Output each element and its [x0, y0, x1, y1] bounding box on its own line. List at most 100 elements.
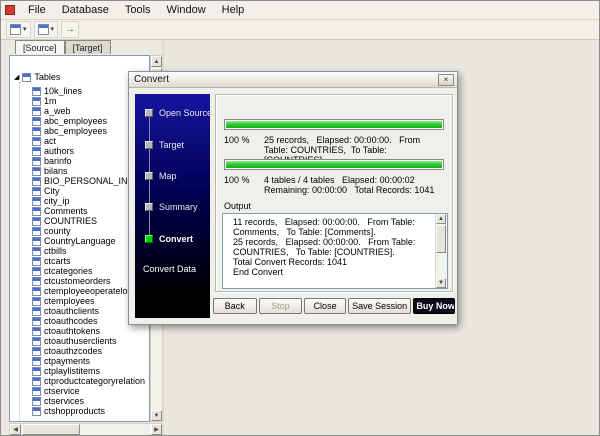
- tree-item-label: CountryLanguage: [44, 236, 116, 246]
- table-icon: [32, 376, 41, 386]
- scroll-up-arrow[interactable]: ▲: [436, 214, 446, 224]
- dialog-button-row: Back Stop Close Save Session Buy Now: [213, 298, 455, 314]
- tree-item[interactable]: ctplaylistitems: [32, 366, 148, 376]
- back-button[interactable]: Back: [213, 298, 257, 314]
- tree-horizontal-scrollbar[interactable]: ◀ ▶: [9, 423, 163, 435]
- convert-output-log[interactable]: 11 records, Elapsed: 00:00:00. From Tabl…: [222, 213, 448, 289]
- tree-item[interactable]: ctservice: [32, 386, 148, 396]
- table-icon: [32, 256, 41, 266]
- step-map: Map: [145, 171, 177, 181]
- tree-item-label: COUNTRIES: [44, 216, 98, 226]
- tree-item-label: ctshopproducts: [44, 406, 106, 416]
- output-line: 11 records, Elapsed: 00:00:00. From Tabl…: [233, 217, 418, 237]
- table-icon: [32, 236, 41, 246]
- table-icon: [32, 406, 41, 416]
- table-icon: [32, 306, 41, 316]
- tree-item-label: city_ip: [44, 196, 70, 206]
- tree-item-label: ctbills: [44, 246, 67, 256]
- table-icon: [32, 296, 41, 306]
- tree-item-label: ctcustomeorders: [44, 276, 111, 286]
- output-line: 25 records, Elapsed: 00:00:00. From Tabl…: [233, 237, 418, 257]
- table-icon: [32, 186, 41, 196]
- progress-fill: [226, 121, 442, 128]
- close-button[interactable]: Close: [304, 298, 346, 314]
- tree-item[interactable]: ctoauthzcodes: [32, 346, 148, 356]
- table-icon: [32, 126, 41, 136]
- tab-source[interactable]: [Source]: [15, 40, 65, 54]
- save-session-button[interactable]: Save Session: [347, 298, 412, 314]
- scroll-right-arrow[interactable]: ▶: [151, 424, 162, 435]
- table-icon: [32, 136, 41, 146]
- tree-item-label: ctpayments: [44, 356, 91, 366]
- step-bullet: [145, 141, 153, 149]
- tree-item[interactable]: ctoauthtokens: [32, 326, 148, 336]
- menu-item[interactable]: Window: [159, 2, 214, 18]
- tree-item[interactable]: ctpayments: [32, 356, 148, 366]
- menu-item[interactable]: File: [20, 2, 54, 18]
- tab-target[interactable]: [Target]: [64, 40, 111, 54]
- scroll-down-arrow[interactable]: ▼: [151, 410, 162, 421]
- total-progress-info: 4 tables / 4 tables Elapsed: 00:00:02 Re…: [264, 175, 435, 195]
- tree-expander-icon[interactable]: ◢: [14, 74, 19, 81]
- close-icon[interactable]: ×: [438, 74, 454, 86]
- table-icon: [32, 346, 41, 356]
- total-progress-percent: 100 %: [224, 175, 250, 185]
- step-bullet: [145, 172, 153, 180]
- tree-item[interactable]: ctservices: [32, 396, 148, 406]
- scroll-left-arrow[interactable]: ◀: [10, 424, 21, 435]
- scroll-up-arrow[interactable]: ▲: [151, 56, 162, 67]
- dialog-title-bar[interactable]: Convert: [129, 72, 457, 88]
- table-icon: [32, 176, 41, 186]
- tree-item-label: ctemployeeoperatelog: [44, 286, 133, 296]
- tree-guide-line: [19, 82, 20, 421]
- tree-root-label: Tables: [34, 72, 61, 82]
- table-icon: [32, 146, 41, 156]
- table-icon: [32, 246, 41, 256]
- stop-button[interactable]: Stop: [258, 298, 303, 314]
- target-connection-button[interactable]: ▾: [33, 21, 59, 38]
- output-scrollbar[interactable]: ▲ ▼: [435, 214, 447, 288]
- tree-item-label: ctproductcategoryrelation: [44, 376, 146, 386]
- buy-now-button[interactable]: Buy Now: [413, 298, 455, 314]
- tree-item-label: ctcategories: [44, 266, 93, 276]
- table-icon: [32, 356, 41, 366]
- convert-dialog: Convert × Open Source Target Map Summary: [128, 71, 458, 325]
- scroll-down-arrow[interactable]: ▼: [436, 278, 446, 288]
- source-connection-button[interactable]: ▾: [6, 21, 31, 38]
- chevron-down-icon: ▾: [50, 26, 55, 33]
- tree-item[interactable]: ctshopproducts: [32, 406, 148, 416]
- menu-item[interactable]: Database: [54, 2, 117, 18]
- table-icon: [32, 216, 41, 226]
- scroll-thumb[interactable]: [436, 225, 446, 253]
- table-icon: [32, 316, 41, 326]
- app-window: File Database Tools Window Help ▾ ▾ → [Sourc…: [0, 0, 600, 436]
- table-icon: [32, 196, 41, 206]
- wizard-steps-panel: Open Source Target Map Summary Convert C…: [135, 94, 212, 318]
- tree-item[interactable]: ctoauthuserclients: [32, 336, 148, 346]
- table-icon: [32, 266, 41, 276]
- tree-root-tables[interactable]: ◢ Tables: [14, 72, 60, 82]
- tree-item-label: ctoauthzcodes: [44, 346, 103, 356]
- table-icon: [32, 166, 41, 176]
- tree-item-label: ctemployees: [44, 296, 95, 306]
- step-label: Open Source: [159, 108, 213, 118]
- step-open-source: Open Source: [145, 108, 212, 118]
- convert-button[interactable]: →: [61, 21, 80, 38]
- step-label: Convert: [159, 234, 194, 244]
- step-label: Map: [159, 171, 177, 181]
- tree-item-label: ctservice: [44, 386, 80, 396]
- scroll-thumb[interactable]: [22, 424, 80, 435]
- table-icon: [32, 386, 41, 396]
- menu-item[interactable]: Help: [214, 2, 253, 18]
- table-icon: [32, 156, 41, 166]
- menu-item[interactable]: Tools: [117, 2, 159, 18]
- table-icon: [32, 336, 41, 346]
- step-bullet: [145, 203, 153, 211]
- tree-item-label: Comments: [44, 206, 88, 216]
- table-icon: [32, 396, 41, 406]
- steps-caption: Convert Data: [143, 264, 197, 274]
- tables-folder-icon: [22, 72, 32, 82]
- tree-item[interactable]: ctproductcategoryrelation: [32, 376, 148, 386]
- table-icon: [32, 86, 41, 96]
- table-icon: [32, 116, 41, 126]
